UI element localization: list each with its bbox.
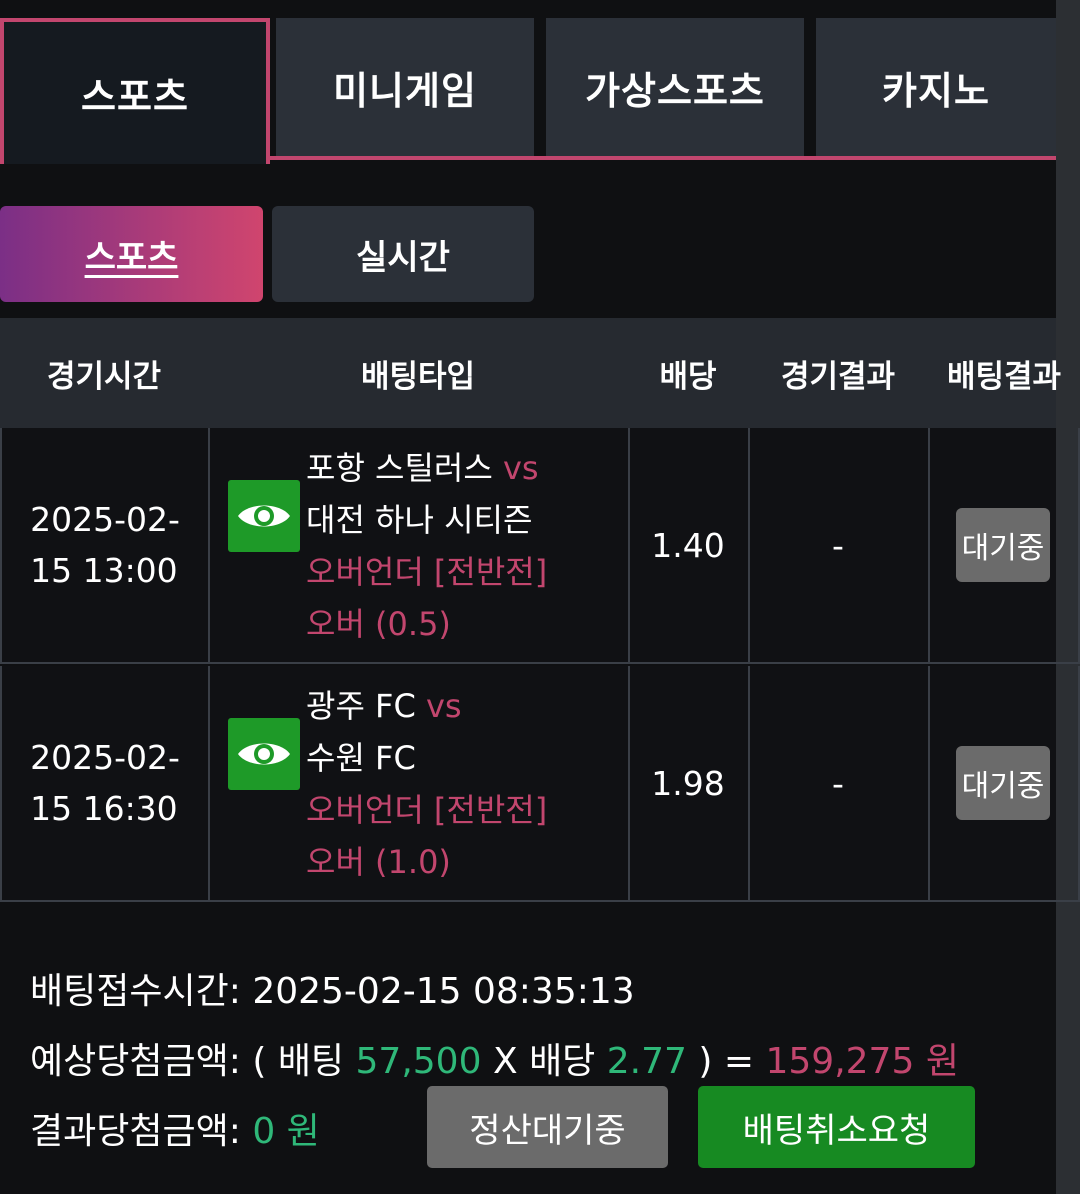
vs-label: vs xyxy=(425,687,462,725)
bet-amount-value: 57,500 xyxy=(355,1041,482,1082)
time-cell: 2025-02- 15 13:00 xyxy=(0,428,210,664)
bet-details: 광주 FC vs 수원 FC 오버언더 [전반전] 오버 (1.0) xyxy=(306,680,547,888)
header-bet-result: 배팅결과 xyxy=(946,358,1062,395)
odds-value: 1.40 xyxy=(651,525,725,565)
bet-market: 오버언더 [전반전] xyxy=(306,791,548,829)
away-team: 대전 하나 시티즌 xyxy=(306,501,533,539)
eye-icon xyxy=(238,505,290,527)
paren-open: ( xyxy=(252,1041,267,1082)
tab-virtual-sports-label: 가상스포츠 xyxy=(585,68,765,113)
total-odds-value: 2.77 xyxy=(606,1041,687,1082)
accept-time-line: 배팅접수시간: 2025-02-15 08:35:13 xyxy=(30,962,635,1014)
bet-amount-label: 배팅 xyxy=(277,1041,345,1082)
tab-casino[interactable]: 카지노 xyxy=(816,18,1056,156)
header-match-time: 경기시간 xyxy=(46,358,162,395)
tab-sports-label: 스포츠 xyxy=(81,74,189,119)
table-row: 2025-02- 15 13:00 포항 스틸러스 vs 대전 하나 시티즌 오… xyxy=(0,428,1080,664)
odds-cell: 1.40 xyxy=(628,428,750,664)
bet-result-cell: 대기중 xyxy=(928,428,1080,664)
bet-pick: 오버 (0.5) xyxy=(306,605,451,643)
tab-minigame-label: 미니게임 xyxy=(333,68,477,113)
match-result-value: - xyxy=(832,525,844,565)
view-match-button[interactable] xyxy=(228,718,300,790)
subtab-live[interactable]: 실시간 xyxy=(272,206,534,302)
paren-close: ) xyxy=(698,1041,713,1082)
bet-details: 포항 스틸러스 vs 대전 하나 시티즌 오버언더 [전반전] 오버 (0.5) xyxy=(306,442,547,650)
match-result-cell: - xyxy=(748,666,930,902)
bet-pick: 오버 (1.0) xyxy=(306,843,451,881)
expected-win-amount: 159,275 원 xyxy=(765,1041,959,1082)
match-time: 2025-02- 15 13:00 xyxy=(30,494,180,596)
times-sign: X xyxy=(492,1041,518,1082)
settle-pending-button[interactable]: 정산대기중 xyxy=(427,1086,668,1168)
cancel-bet-request-button[interactable]: 배팅취소요청 xyxy=(698,1086,975,1168)
accept-time-label: 배팅접수시간: xyxy=(30,971,241,1012)
tab-underline xyxy=(268,156,1056,160)
table-row: 2025-02- 15 16:30 광주 FC vs 수원 FC 오버언더 [전… xyxy=(0,666,1080,902)
header-match-result: 경기결과 xyxy=(780,358,896,395)
match-date: 2025-02- xyxy=(30,738,180,777)
bet-table-header: 경기시간 배팅타입 배당 경기결과 배팅결과 xyxy=(0,318,1061,428)
bet-type-cell: 광주 FC vs 수원 FC 오버언더 [전반전] 오버 (1.0) xyxy=(208,666,630,902)
match-time: 2025-02- 15 16:30 xyxy=(30,732,180,834)
vs-label: vs xyxy=(502,449,539,487)
home-team: 광주 FC xyxy=(306,687,416,725)
expected-win-line: 예상당첨금액: ( 배팅 57,500 X 배당 2.77 ) = 159,27… xyxy=(30,1032,959,1084)
tab-sports[interactable]: 스포츠 xyxy=(0,18,270,164)
header-bet-type: 배팅타입 xyxy=(360,358,476,395)
odds-value: 1.98 xyxy=(651,763,725,803)
equals-sign: = xyxy=(723,1041,755,1082)
home-team: 포항 스틸러스 xyxy=(306,449,493,487)
total-odds-label: 배당 xyxy=(529,1041,596,1082)
bet-result-badge: 대기중 xyxy=(956,508,1050,582)
match-result-value: - xyxy=(832,763,844,803)
result-win-line: 결과당첨금액: 0 원 xyxy=(30,1102,320,1154)
result-win-amount: 0 원 xyxy=(252,1111,320,1152)
odds-cell: 1.98 xyxy=(628,666,750,902)
subtab-live-label: 실시간 xyxy=(356,237,450,278)
bet-result-badge: 대기중 xyxy=(956,746,1050,820)
time-cell: 2025-02- 15 16:30 xyxy=(0,666,210,902)
tab-minigame[interactable]: 미니게임 xyxy=(276,18,534,156)
view-match-button[interactable] xyxy=(228,480,300,552)
category-tabs: 스포츠 미니게임 가상스포츠 카지노 xyxy=(0,18,1056,164)
match-clock: 15 16:30 xyxy=(30,789,178,828)
match-date: 2025-02- xyxy=(30,500,180,539)
expected-win-label: 예상당첨금액: xyxy=(30,1041,241,1082)
match-clock: 15 13:00 xyxy=(30,551,178,590)
match-result-cell: - xyxy=(748,428,930,664)
away-team: 수원 FC xyxy=(306,739,416,777)
eye-icon xyxy=(238,743,290,765)
result-win-label: 결과당첨금액: xyxy=(30,1111,241,1152)
bet-type-cell: 포항 스틸러스 vs 대전 하나 시티즌 오버언더 [전반전] 오버 (0.5) xyxy=(208,428,630,664)
tab-virtual-sports[interactable]: 가상스포츠 xyxy=(546,18,804,156)
tab-casino-label: 카지노 xyxy=(882,68,990,113)
header-odds: 배당 xyxy=(659,358,717,395)
bet-result-cell: 대기중 xyxy=(928,666,1080,902)
bet-market: 오버언더 [전반전] xyxy=(306,553,548,591)
subtab-sports[interactable]: 스포츠 xyxy=(0,206,263,302)
accept-time-value: 2025-02-15 08:35:13 xyxy=(252,971,635,1012)
subtab-sports-label: 스포츠 xyxy=(84,237,179,278)
